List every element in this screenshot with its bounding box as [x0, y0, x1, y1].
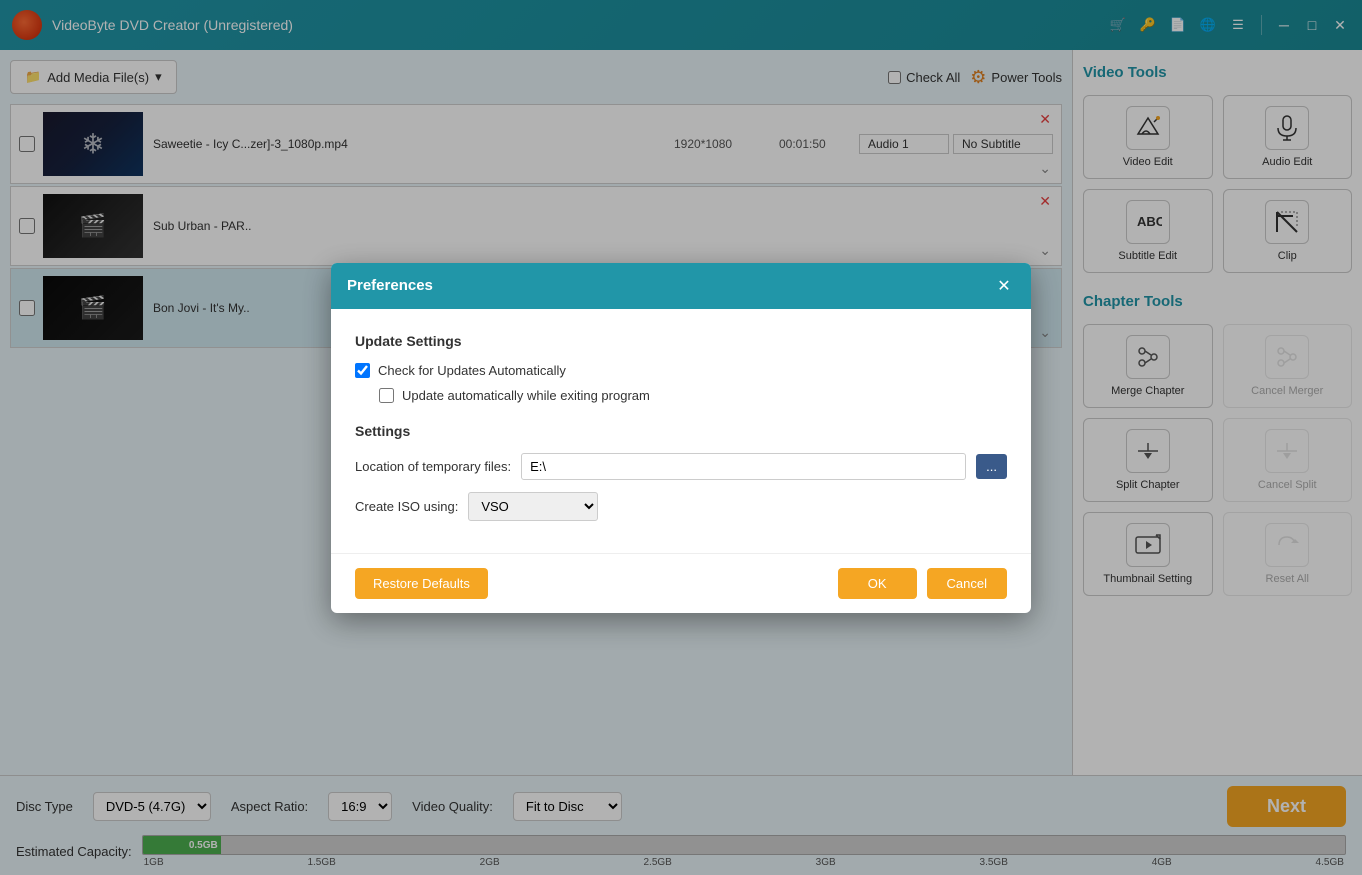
check-updates-row: Check for Updates Automatically — [355, 363, 1007, 378]
iso-row: Create ISO using: VSO ImgBurn — [355, 492, 1007, 521]
modal-header: Preferences ✕ — [331, 263, 1031, 309]
settings-section: Settings Location of temporary files: ..… — [355, 423, 1007, 521]
location-input[interactable] — [521, 453, 966, 480]
iso-select[interactable]: VSO ImgBurn — [468, 492, 598, 521]
check-updates-label: Check for Updates Automatically — [378, 363, 566, 378]
update-settings-label: Update Settings — [355, 333, 1007, 349]
modal-title: Preferences — [347, 277, 433, 294]
auto-update-label: Update automatically while exiting progr… — [402, 388, 650, 403]
modal-body: Update Settings Check for Updates Automa… — [331, 309, 1031, 553]
location-label: Location of temporary files: — [355, 459, 511, 474]
restore-defaults-button[interactable]: Restore Defaults — [355, 568, 488, 599]
settings-label: Settings — [355, 423, 1007, 439]
check-updates-checkbox[interactable] — [355, 363, 370, 378]
auto-update-row: Update automatically while exiting progr… — [355, 388, 1007, 403]
ok-button[interactable]: OK — [838, 568, 917, 599]
create-iso-label: Create ISO using: — [355, 499, 458, 514]
cancel-button[interactable]: Cancel — [927, 568, 1007, 599]
modal-close-button[interactable]: ✕ — [993, 275, 1015, 297]
auto-update-checkbox[interactable] — [379, 388, 394, 403]
modal-action-buttons: OK Cancel — [838, 568, 1007, 599]
location-row: Location of temporary files: ... — [355, 453, 1007, 480]
modal-footer: Restore Defaults OK Cancel — [331, 553, 1031, 613]
browse-button[interactable]: ... — [976, 454, 1007, 479]
preferences-dialog: Preferences ✕ Update Settings Check for … — [331, 263, 1031, 613]
modal-overlay[interactable]: Preferences ✕ Update Settings Check for … — [0, 0, 1362, 875]
